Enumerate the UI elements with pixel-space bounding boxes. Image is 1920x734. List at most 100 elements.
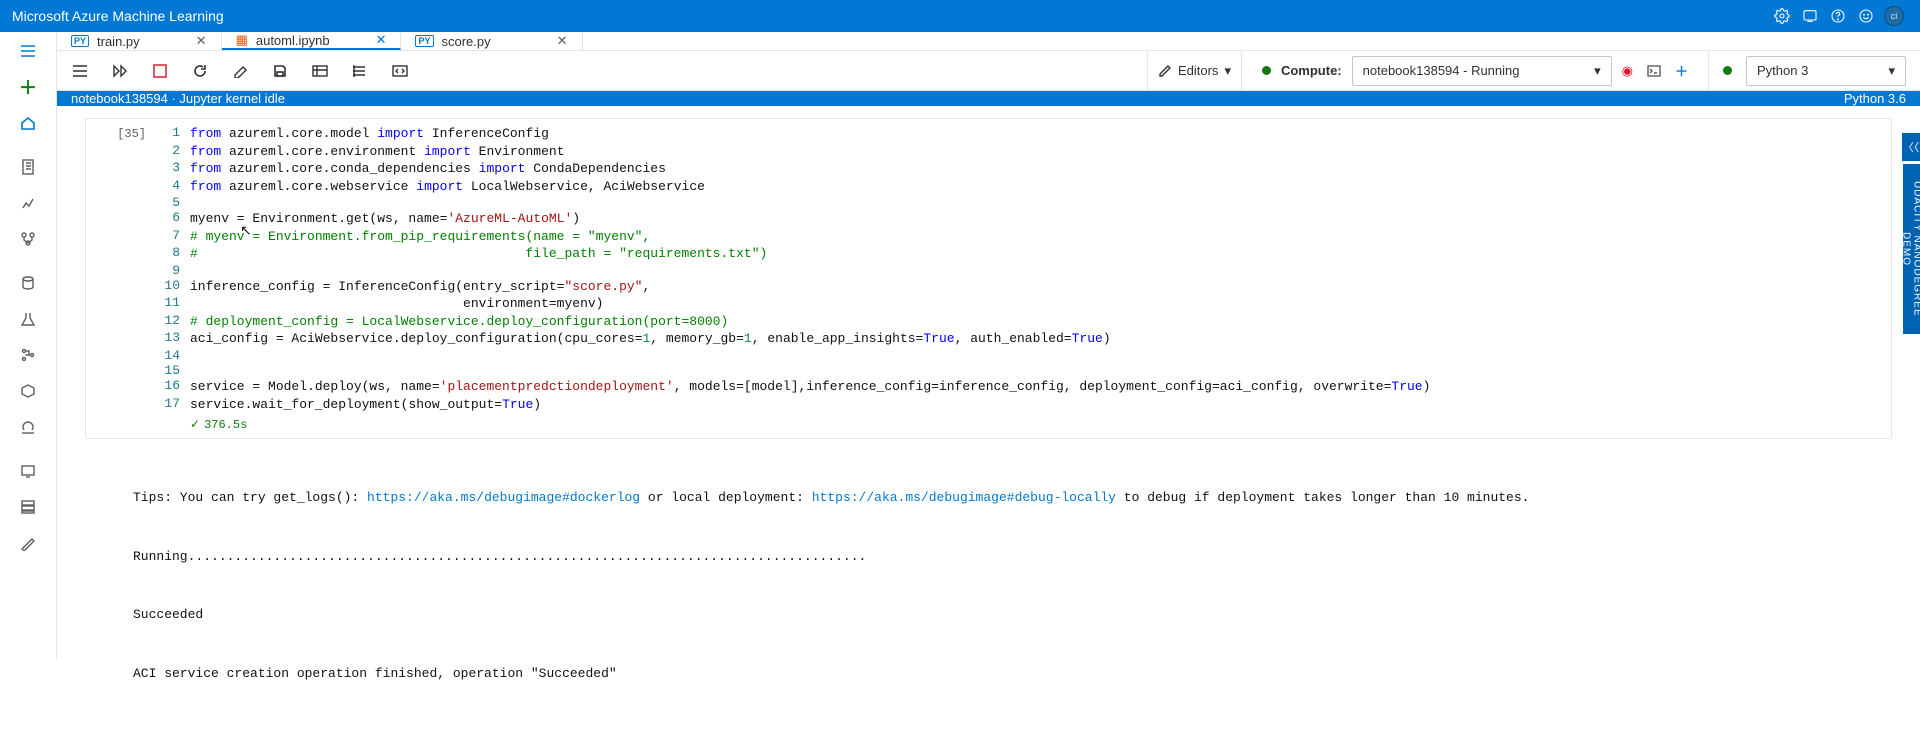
code-line[interactable]: 16service = Model.deploy(ws, name='place… [156,378,1891,396]
debug-locally-link[interactable]: https://aka.ms/debugimage#debug-locally [812,490,1116,505]
record-icon[interactable]: ◉ [1622,63,1633,79]
compute-value: notebook138594 - Running [1363,63,1520,78]
home-icon[interactable] [10,112,46,134]
models-icon[interactable] [10,380,46,402]
code-line[interactable]: 4from azureml.core.webservice import Loc… [156,178,1891,196]
line-number: 13 [156,330,190,348]
outline-icon[interactable] [351,62,369,80]
settings-icon[interactable] [1768,2,1796,30]
editor-tabs: PY train.py ✕ ▦ automl.ipynb ✕ PY score.… [57,32,1920,51]
status-text: notebook138594 · Jupyter kernel idle [71,91,285,106]
dockerlog-link[interactable]: https://aka.ms/debugimage#dockerlog [367,490,640,505]
feedback-icon[interactable] [1796,2,1824,30]
notebooks-icon[interactable] [10,156,46,178]
code-line[interactable]: 2from azureml.core.environment import En… [156,143,1891,161]
check-icon: ✓ [190,417,200,432]
code-line[interactable]: 14 [156,348,1891,363]
code-line[interactable]: 15 [156,363,1891,378]
terminal-icon[interactable] [1647,65,1661,77]
code-content[interactable]: from azureml.core.environment import Env… [190,143,1891,161]
datasets-icon[interactable] [10,272,46,294]
code-content[interactable] [190,195,1891,210]
code-content[interactable]: # file_path = "requirements.txt") [190,245,1891,263]
chevron-down-icon: ▾ [1594,63,1601,79]
tab-score-py[interactable]: PY score.py ✕ [401,32,582,50]
kernel-dropdown[interactable]: Python 3 ▾ [1746,56,1906,86]
code-content[interactable]: from azureml.core.model import Inference… [190,125,1891,143]
line-number: 4 [156,178,190,196]
code-content[interactable]: environment=myenv) [190,295,1891,313]
output-succeeded-line: Succeeded [133,605,1892,625]
tab-train-py[interactable]: PY train.py ✕ [57,32,222,50]
code-line[interactable]: 13aci_config = AciWebservice.deploy_conf… [156,330,1891,348]
code-line[interactable]: 1from azureml.core.model import Inferenc… [156,125,1891,143]
code-content[interactable]: service.wait_for_deployment(show_output=… [190,396,1891,414]
status-running-icon [1262,66,1271,75]
code-content[interactable]: service = Model.deploy(ws, name='placeme… [190,378,1891,396]
pipelines-icon[interactable] [10,344,46,366]
variable-explorer-icon[interactable] [311,62,329,80]
add-compute-icon[interactable]: ＋ [1675,61,1688,80]
code-content[interactable]: myenv = Environment.get(ws, name='AzureM… [190,210,1891,228]
code-line[interactable]: 12# deployment_config = LocalWebservice.… [156,313,1891,331]
help-icon[interactable] [1824,2,1852,30]
smiley-icon[interactable] [1852,2,1880,30]
editors-dropdown[interactable]: Editors ▾ [1147,51,1242,91]
code-line[interactable]: 5 [156,195,1891,210]
run-all-icon[interactable] [111,62,129,80]
code-content[interactable]: inference_config = InferenceConfig(entry… [190,278,1891,296]
stop-icon[interactable] [151,62,169,80]
code-line[interactable]: 6myenv = Environment.get(ws, name='Azure… [156,210,1891,228]
code-line[interactable]: 9 [156,263,1891,278]
endpoints-icon[interactable] [10,416,46,438]
side-panel-tab[interactable]: UDACITY NANODEGREE DEMO [1903,164,1920,334]
code-content[interactable] [190,263,1891,278]
collapse-panel-icon[interactable]: 〈〈 [1902,133,1920,161]
designer-icon[interactable] [10,228,46,250]
code-line[interactable]: 3from azureml.core.conda_dependencies im… [156,160,1891,178]
line-number: 16 [156,378,190,396]
code-content[interactable]: # deployment_config = LocalWebservice.de… [190,313,1891,331]
line-number: 12 [156,313,190,331]
code-content[interactable]: from azureml.core.webservice import Loca… [190,178,1891,196]
python-badge-icon: PY [415,35,433,47]
code-content[interactable] [190,363,1891,378]
user-avatar[interactable]: ci [1880,2,1908,30]
tab-automl-ipynb[interactable]: ▦ automl.ipynb ✕ [222,32,402,50]
close-icon[interactable]: ✕ [376,32,387,48]
line-number: 8 [156,245,190,263]
code-cell[interactable]: [35] 1from azureml.core.model import Inf… [85,118,1892,439]
code-line[interactable]: 8# file_path = "requirements.txt") [156,245,1891,263]
python-version-label: Python 3.6 [1844,91,1906,106]
hamburger-icon[interactable] [10,40,46,62]
close-icon[interactable]: ✕ [557,33,568,49]
labeling-icon[interactable] [10,532,46,554]
cell-output: Tips: You can try get_logs(): https://ak… [85,439,1892,722]
menu-icon[interactable] [71,62,89,80]
save-icon[interactable] [271,62,289,80]
datastores-icon[interactable] [10,496,46,518]
compute-dropdown[interactable]: notebook138594 - Running ▾ [1352,56,1612,86]
focus-mode-icon[interactable] [391,62,409,80]
line-number: 10 [156,278,190,296]
kernel-status-bar: notebook138594 · Jupyter kernel idle Pyt… [57,91,1920,106]
clear-output-icon[interactable] [231,62,249,80]
tab-label: score.py [442,34,491,49]
automl-icon[interactable] [10,192,46,214]
code-line[interactable]: 17service.wait_for_deployment(show_outpu… [156,396,1891,414]
close-icon[interactable]: ✕ [196,33,207,49]
kernel-status-icon [1723,66,1732,75]
restart-icon[interactable] [191,62,209,80]
code-content[interactable] [190,348,1891,363]
add-icon[interactable]: ＋ [10,76,46,98]
experiments-icon[interactable] [10,308,46,330]
code-line[interactable]: 11 environment=myenv) [156,295,1891,313]
code-content[interactable]: # myenv = Environment.from_pip_requireme… [190,228,1891,246]
code-line[interactable]: 10inference_config = InferenceConfig(ent… [156,278,1891,296]
code-content[interactable]: aci_config = AciWebservice.deploy_config… [190,330,1891,348]
code-line[interactable]: 7# myenv = Environment.from_pip_requirem… [156,228,1891,246]
line-number: 1 [156,125,190,143]
code-content[interactable]: from azureml.core.conda_dependencies imp… [190,160,1891,178]
kernel-value: Python 3 [1757,63,1808,78]
compute-icon[interactable] [10,460,46,482]
